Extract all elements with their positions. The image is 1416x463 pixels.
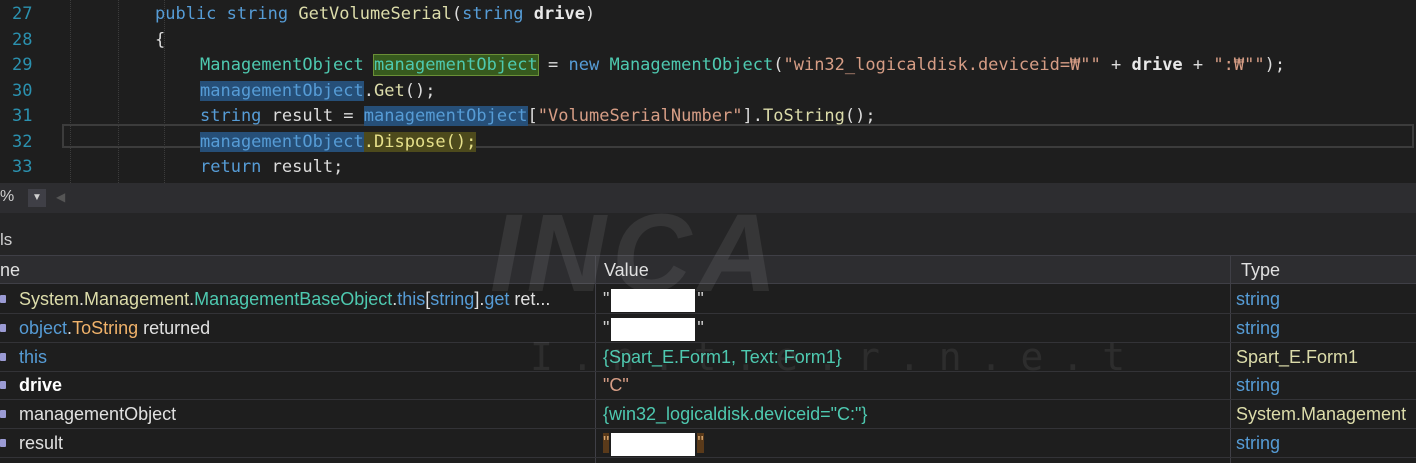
variable-value[interactable]: {win32_logicaldisk.deviceid="C:"}	[603, 400, 1228, 428]
code-line[interactable]: 28 {	[0, 28, 1416, 53]
variable-icon	[0, 295, 6, 303]
line-number: 32	[12, 131, 33, 152]
code-text: public string GetVolumeSerial(string dri…	[155, 4, 596, 24]
variable-value[interactable]: " "	[603, 285, 1228, 313]
variable-name: System.Management.ManagementBaseObject.t…	[19, 289, 551, 309]
variable-icon	[0, 352, 6, 361]
code-line[interactable]: 27 public string GetVolumeSerial(string d…	[0, 2, 1416, 27]
code-text: {	[155, 29, 166, 50]
locals-row[interactable]: this {Spart_E.Form1, Text: Form1} Spart_E.…	[0, 343, 1416, 372]
locals-row[interactable]: object.ToString returned " " string	[0, 314, 1416, 343]
variable-value[interactable]: " "	[603, 314, 1228, 342]
chevron-down-icon[interactable]: ▼	[28, 189, 46, 207]
locals-row[interactable]: managementObject {win32_logicaldisk.devic…	[0, 400, 1416, 430]
column-header-value[interactable]: Value	[604, 260, 649, 281]
variable-name: this	[19, 346, 48, 367]
variable-type: string	[1236, 289, 1281, 309]
variable-icon	[0, 381, 6, 390]
variable-icon	[0, 439, 6, 447]
panel-divider	[0, 213, 1416, 223]
zoom-level[interactable]: %	[0, 188, 14, 206]
code-text: managementObject.Get();	[200, 80, 436, 101]
code-text: managementObject.Dispose();	[200, 131, 477, 152]
variable-name: result	[19, 433, 64, 453]
variable-type: string	[1236, 317, 1281, 338]
line-number: 30	[12, 80, 33, 101]
code-line[interactable]: 31 string result = managementObject["Volu…	[0, 104, 1416, 129]
locals-column-headers: ne Value Type	[0, 255, 1416, 284]
locals-panel-title: ls	[0, 230, 13, 249]
redacted-value	[611, 317, 696, 341]
variable-icon	[0, 323, 6, 332]
locals-panel-title-bar: ls	[0, 223, 1416, 255]
code-editor[interactable]: 27 public string GetVolumeSerial(string d…	[0, 0, 1416, 183]
line-number: 27	[12, 4, 33, 24]
locals-row[interactable]: System.Management.ManagementBaseObject.t…	[0, 285, 1416, 314]
line-number: 28	[12, 29, 33, 50]
variable-name: managementObject	[19, 404, 177, 425]
code-text: ManagementObject managementObject = new …	[200, 54, 1286, 76]
code-line[interactable]: 30 managementObject.Get();	[0, 79, 1416, 104]
variable-name: drive	[19, 375, 63, 396]
variable-name: object.ToString returned	[19, 317, 211, 338]
line-number: 33	[12, 157, 33, 177]
code-line[interactable]: 29 ManagementObject managementObject = ne…	[0, 53, 1416, 78]
locals-row[interactable]: result " " string	[0, 429, 1416, 458]
variable-value[interactable]: " "	[603, 429, 1228, 457]
variable-type: System.Management	[1236, 404, 1407, 425]
scroll-left-icon[interactable]: ◀	[56, 190, 65, 204]
variable-type: Spart_E.Form1	[1236, 346, 1359, 367]
redacted-value	[611, 288, 696, 312]
code-text: return result;	[200, 157, 344, 177]
variable-icon	[0, 410, 6, 419]
variable-value[interactable]: {Spart_E.Form1, Text: Form1}	[603, 343, 1228, 371]
line-number: 29	[12, 55, 33, 75]
redacted-value	[611, 432, 696, 456]
editor-zoom-bar: % ▼ ◀	[0, 183, 1416, 213]
variable-value[interactable]: "C"	[603, 371, 1228, 399]
code-line[interactable]: 33 return result;	[0, 155, 1416, 180]
column-header-type[interactable]: Type	[1241, 260, 1280, 281]
variable-type: string	[1236, 433, 1281, 453]
code-line[interactable]: 32 managementObject.Dispose();	[0, 130, 1416, 155]
code-text: string result = managementObject["Volume…	[200, 106, 876, 126]
column-header-name[interactable]: ne	[0, 260, 20, 281]
line-number: 31	[12, 106, 33, 126]
locals-row[interactable]: drive "C" string	[0, 371, 1416, 401]
variable-type: string	[1236, 375, 1281, 396]
